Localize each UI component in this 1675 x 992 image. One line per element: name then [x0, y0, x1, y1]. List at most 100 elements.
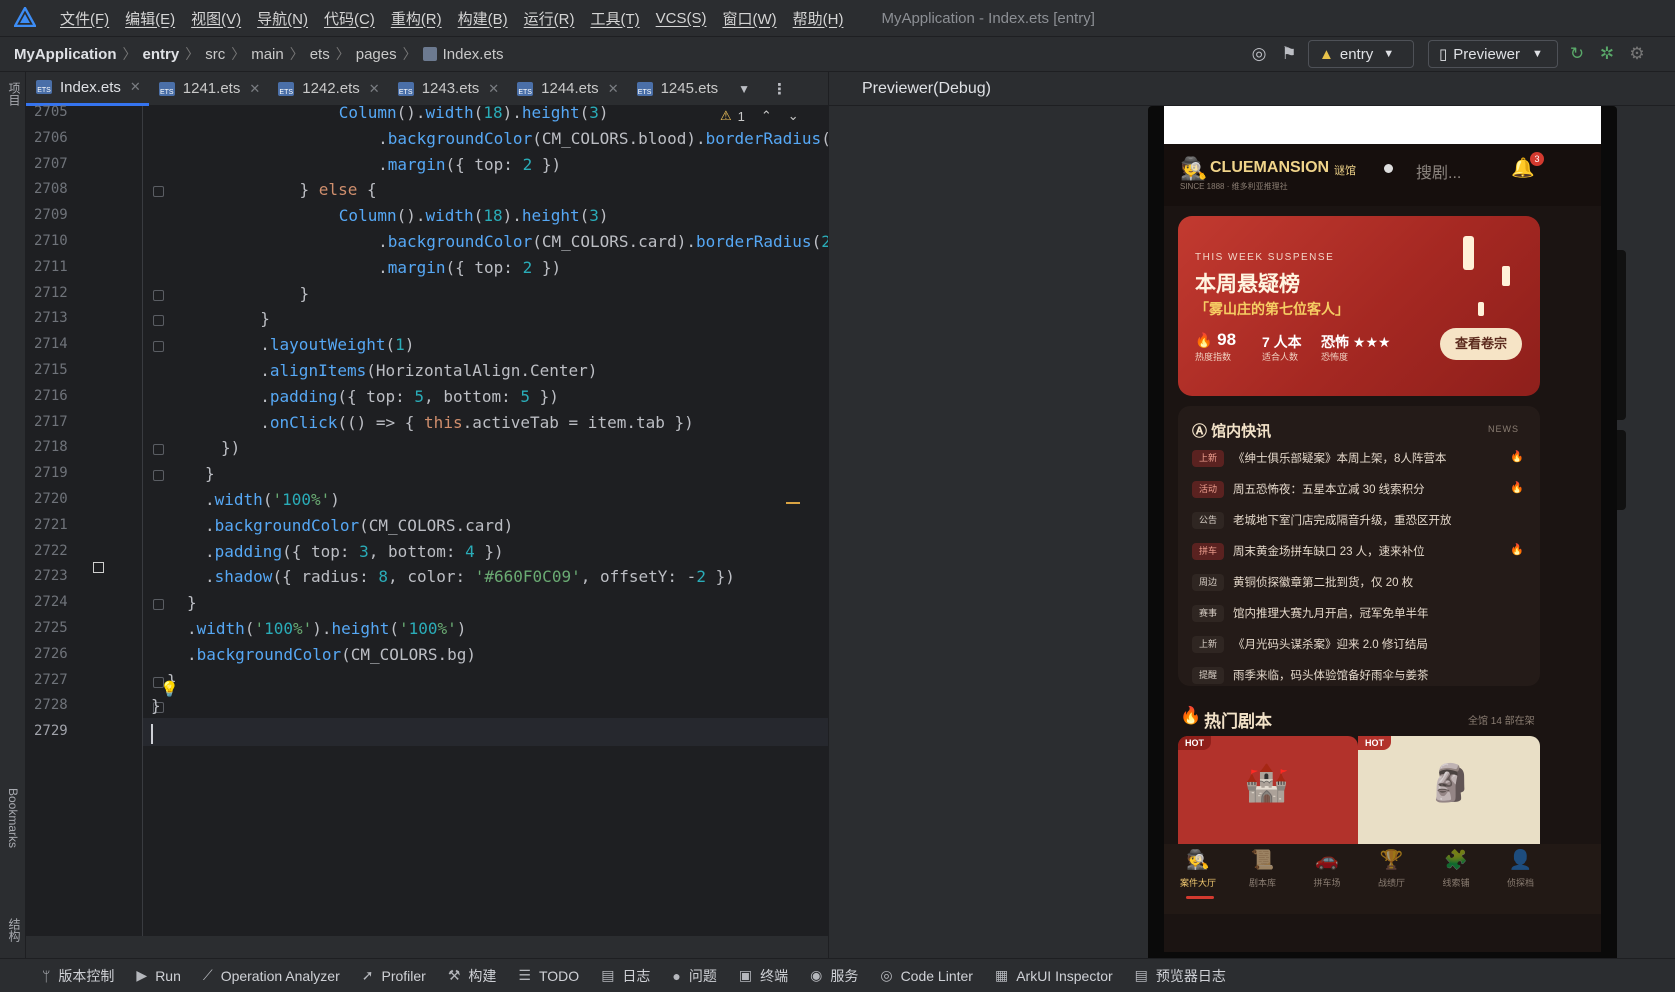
terminal-button[interactable]: ▣ 终端 — [739, 966, 788, 986]
color-swatch-icon[interactable] — [93, 562, 104, 573]
tab-1245[interactable]: ETS 1245.ets — [627, 72, 727, 106]
menu-tools[interactable]: 工具(T) — [582, 8, 647, 29]
news-item[interactable]: 上新 《月光码头谋杀案》迎来 2.0 修订结局 — [1192, 634, 1528, 658]
breadcrumb-project[interactable]: MyApplication — [14, 46, 117, 63]
tab-label: 1243.ets — [421, 80, 480, 97]
tab-1241[interactable]: ETS 1241.ets ✕ — [149, 72, 268, 106]
line-number: 2724 — [34, 594, 68, 611]
chevron-up-icon[interactable]: ⌃ — [761, 108, 772, 124]
module-selector[interactable]: ▲ entry ▼ — [1308, 40, 1414, 68]
nav-item[interactable]: 📜 剧本库 — [1233, 848, 1293, 889]
menu-build[interactable]: 构建(B) — [450, 8, 516, 29]
chevron-down-icon[interactable]: ⌄ — [788, 108, 799, 124]
log-button[interactable]: ▤ 日志 — [601, 966, 650, 986]
menu-help[interactable]: 帮助(H) — [785, 8, 852, 29]
close-icon[interactable]: ✕ — [130, 79, 141, 95]
close-icon[interactable]: ✕ — [369, 81, 380, 97]
hot-fire-icon: 🔥 — [1510, 482, 1524, 494]
close-icon[interactable]: ✕ — [488, 81, 499, 97]
tab-index[interactable]: ETS Index.ets ✕ — [26, 72, 149, 106]
line-number: 2716 — [34, 387, 68, 404]
news-item[interactable]: 拼车 周末黄金场拼车缺口 23 人，速来补位 🔥 — [1192, 541, 1528, 565]
news-item[interactable]: 活动 周五恐怖夜：五星本立减 30 线索积分 🔥 — [1192, 479, 1528, 503]
line-number: 2723 — [34, 568, 68, 585]
tab-1242[interactable]: ETS 1242.ets ✕ — [268, 72, 387, 106]
device-screen[interactable]: 🕵 CLUEMANSION 谜馆 SINCE 1888 · 维多利亚推理社 搜剧… — [1164, 106, 1601, 952]
rerun-icon[interactable]: ↻ — [1566, 44, 1588, 64]
tab-1243[interactable]: ETS 1243.ets ✕ — [388, 72, 507, 106]
device-selector[interactable]: ▯ Previewer ▼ — [1428, 40, 1558, 68]
notification-badge: 3 — [1530, 152, 1544, 166]
code-line: } — [261, 283, 310, 303]
nav-item[interactable]: 🕵 案件大厅 — [1168, 848, 1228, 889]
menu-code[interactable]: 代码(C) — [316, 8, 383, 29]
tabs-overflow-chevron-icon[interactable]: ▼ — [738, 82, 750, 96]
target-icon[interactable]: ◎ — [1248, 44, 1270, 64]
tab-1244[interactable]: ETS 1244.ets ✕ — [507, 72, 626, 106]
code-area[interactable]: Column().width(18).height(3) .background… — [142, 106, 828, 936]
structure-panel-button[interactable]: 结构 — [6, 918, 23, 942]
project-panel-button[interactable]: 项目 — [6, 82, 23, 106]
breadcrumb-ets[interactable]: ets — [310, 46, 330, 63]
breadcrumb-file[interactable]: Index.ets — [443, 46, 504, 63]
breadcrumb-src[interactable]: src — [205, 46, 225, 63]
more-options-icon[interactable]: ⋮ — [772, 80, 787, 98]
device-manager-icon[interactable]: ⚑ — [1278, 44, 1300, 64]
profiler-button[interactable]: ➚ Profiler — [362, 967, 426, 984]
breadcrumb-module[interactable]: entry — [143, 46, 180, 63]
vcs-tool-button[interactable]: ᛘ 版本控制 — [42, 966, 114, 986]
line-number: 2720 — [34, 491, 68, 507]
ets-file-icon: ETS — [36, 80, 52, 94]
script-card[interactable]: HOT 🗿 — [1358, 736, 1540, 846]
inspection-widget[interactable]: ⚠ 1 ⌃ ⌄ — [720, 108, 799, 124]
nav-item[interactable]: 🏆 战绩厅 — [1362, 848, 1422, 889]
warning-stripe[interactable] — [786, 502, 800, 504]
nav-item[interactable]: 👤 侦探档 — [1491, 848, 1551, 889]
previewer-header: Previewer(Debug) — [828, 72, 1675, 106]
profiler-icon: ➚ — [361, 967, 374, 983]
services-button[interactable]: ◉ 服务 — [810, 966, 858, 986]
news-item[interactable]: 周边 黄铜侦探徽章第二批到货，仅 20 枚 — [1192, 572, 1528, 596]
breadcrumb-main[interactable]: main — [251, 46, 284, 63]
branch-icon: ᛘ — [42, 967, 51, 984]
debug-icon[interactable]: ✲ — [1596, 44, 1618, 64]
menu-refactor[interactable]: 重构(R) — [383, 8, 450, 29]
menu-edit[interactable]: 编辑(E) — [117, 8, 183, 29]
news-item[interactable]: 提醒 雨季来临，码头体验馆备好雨伞与姜茶 — [1192, 665, 1528, 689]
news-text: 黄铜侦探徽章第二批到货，仅 20 枚 — [1233, 577, 1414, 589]
menu-file[interactable]: 文件(F) — [52, 8, 117, 29]
code-editor[interactable]: 2705 2706 2707 2708 2709 2710 2711 2712 2713 2714… — [26, 104, 828, 936]
news-item[interactable]: 赛事 馆内推理大赛九月开启，冠军免单半年 — [1192, 603, 1528, 627]
run-tool-button[interactable]: ▶ Run — [136, 967, 180, 984]
news-item[interactable]: 公告 老城地下室门店完成隔音升级，重恐区开放 — [1192, 510, 1528, 534]
breadcrumb-pages[interactable]: pages — [356, 46, 397, 63]
bulb-icon[interactable]: 💡 — [160, 680, 179, 698]
status-area — [1164, 106, 1601, 144]
previewer-log-button[interactable]: ▤ 预览器日志 — [1135, 966, 1226, 986]
menu-navigate[interactable]: 导航(N) — [249, 8, 316, 29]
menu-run[interactable]: 运行(R) — [516, 8, 583, 29]
todo-button[interactable]: ☰ TODO — [518, 967, 579, 984]
problems-button[interactable]: ● 问题 — [672, 966, 716, 986]
script-card[interactable]: HOT 🏰 — [1178, 736, 1358, 846]
search-input[interactable]: 搜剧... — [1416, 159, 1461, 183]
news-item[interactable]: 上新 《绅士俱乐部疑案》本周上架，8人阵营本 🔥 — [1192, 448, 1528, 472]
bookmarks-panel-button[interactable]: Bookmarks — [6, 788, 20, 848]
nav-item[interactable]: 🧩 线索铺 — [1426, 848, 1486, 889]
view-dossier-button[interactable]: 查看卷宗 — [1440, 328, 1522, 360]
close-icon[interactable]: ✕ — [249, 81, 260, 97]
attach-icon[interactable]: ⚙ — [1626, 44, 1648, 64]
operation-analyzer-button[interactable]: ⟋ Operation Analyzer — [203, 967, 340, 984]
play-icon: ▶ — [136, 967, 148, 983]
search-icon[interactable] — [1384, 164, 1393, 173]
menu-window[interactable]: 窗口(W) — [714, 8, 784, 29]
weekly-banner[interactable]: THIS WEEK SUSPENSE 本周悬疑榜 「雾山庄的第七位客人」 🔥 9… — [1178, 216, 1540, 396]
nav-item[interactable]: 🚗 拼车场 — [1297, 848, 1357, 889]
arkui-inspector-button[interactable]: ▦ ArkUI Inspector — [995, 967, 1113, 984]
build-tool-button[interactable]: ⚒ 构建 — [448, 966, 497, 986]
menu-vcs[interactable]: VCS(S) — [648, 10, 715, 27]
close-icon[interactable]: ✕ — [608, 81, 619, 97]
banner-eyebrow: THIS WEEK SUSPENSE — [1195, 252, 1335, 263]
code-linter-button[interactable]: ◎ Code Linter — [880, 967, 973, 984]
menu-view[interactable]: 视图(V) — [183, 8, 249, 29]
